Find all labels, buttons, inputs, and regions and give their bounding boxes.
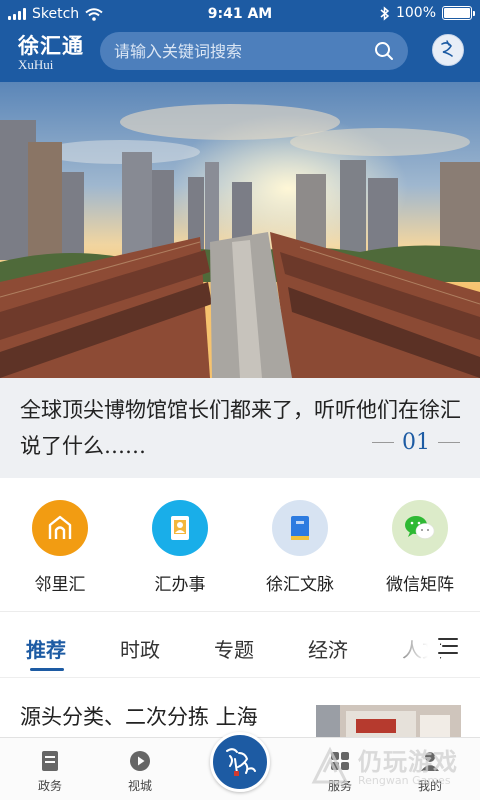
watermark-subtext: Rengwan Games: [358, 774, 451, 787]
shortcut-label: 汇办事: [154, 575, 206, 595]
article-title[interactable]: 源头分类、二次分拣 上海: [20, 701, 258, 731]
shortcut-label: 邻里汇: [34, 575, 86, 595]
shortcut-wechat[interactable]: 微信矩阵: [360, 478, 480, 611]
nav-home-logo[interactable]: [210, 732, 270, 792]
wechat-icon: [392, 500, 448, 556]
search-input[interactable]: [114, 32, 364, 70]
status-bar: Sketch 9:41 AM 100%: [0, 0, 480, 28]
app-header: Sketch 9:41 AM 100% 徐汇通 XuHui: [0, 0, 480, 82]
avatar[interactable]: [432, 34, 464, 66]
tab-topics[interactable]: 专题: [214, 634, 254, 663]
nav-label: 政务: [37, 779, 62, 793]
carousel-page-number: 01: [402, 430, 430, 455]
book-icon: [272, 500, 328, 556]
brand-logo[interactable]: 徐汇通 XuHui: [18, 34, 84, 72]
shortcut-label: 微信矩阵: [386, 575, 454, 595]
shortcut-culture[interactable]: 徐汇文脉: [240, 478, 360, 611]
shortcut-label: 徐汇文脉: [266, 575, 334, 595]
tab-politics[interactable]: 时政: [120, 634, 160, 663]
shortcut-grid: 邻里汇 汇办事 徐汇文脉 微信矩阵: [0, 478, 480, 612]
shortcut-neighborhood[interactable]: 邻里汇: [0, 478, 120, 611]
hero-banner-image[interactable]: [0, 82, 480, 378]
search-icon[interactable]: [374, 41, 394, 61]
tab-fade-overlay: [380, 612, 440, 677]
tab-recommended[interactable]: 推荐: [26, 634, 66, 663]
id-card-icon: [152, 500, 208, 556]
watermark-text: 仍玩游戏: [358, 748, 458, 776]
nav-government[interactable]: 政务: [20, 750, 80, 794]
watermark-logo-icon: [311, 746, 349, 784]
article-thumbnail[interactable]: [316, 705, 461, 737]
battery-percent: 100%: [395, 5, 436, 21]
carousel-indicator: 01: [372, 430, 460, 455]
document-icon: [42, 751, 58, 771]
watermark: 仍玩游戏 Rengwan Games: [300, 740, 470, 796]
play-icon: [130, 751, 150, 771]
article-card[interactable]: 源头分类、二次分拣 上海: [0, 679, 480, 737]
xuhui-calligraphy-logo-icon: [226, 748, 256, 776]
search-bar[interactable]: [100, 32, 408, 70]
neighborhood-icon: [32, 500, 88, 556]
menu-icon[interactable]: [438, 638, 458, 654]
bottom-navigation: 政务 视城 服务 我的 仍玩游戏 Rengwan Games: [0, 732, 480, 800]
tab-economy[interactable]: 经济: [308, 634, 348, 663]
brand-name-cn: 徐汇通: [18, 33, 84, 58]
battery-icon: [442, 6, 475, 20]
category-tabs: 推荐 时政 专题 经济 人文: [0, 612, 480, 678]
bluetooth-icon: [380, 5, 390, 21]
active-tab-indicator: [30, 668, 64, 671]
nav-video[interactable]: 视城: [110, 750, 170, 794]
nav-label: 视城: [127, 779, 152, 793]
avatar-logo-icon: [441, 40, 453, 57]
brand-name-en: XuHui: [18, 57, 54, 72]
app-bar: 徐汇通 XuHui: [0, 28, 480, 82]
shortcut-services[interactable]: 汇办事: [120, 478, 240, 611]
hero-caption[interactable]: 全球顶尖博物馆馆长们都来了，听听他们在徐汇说了什么…… 01: [0, 378, 480, 478]
